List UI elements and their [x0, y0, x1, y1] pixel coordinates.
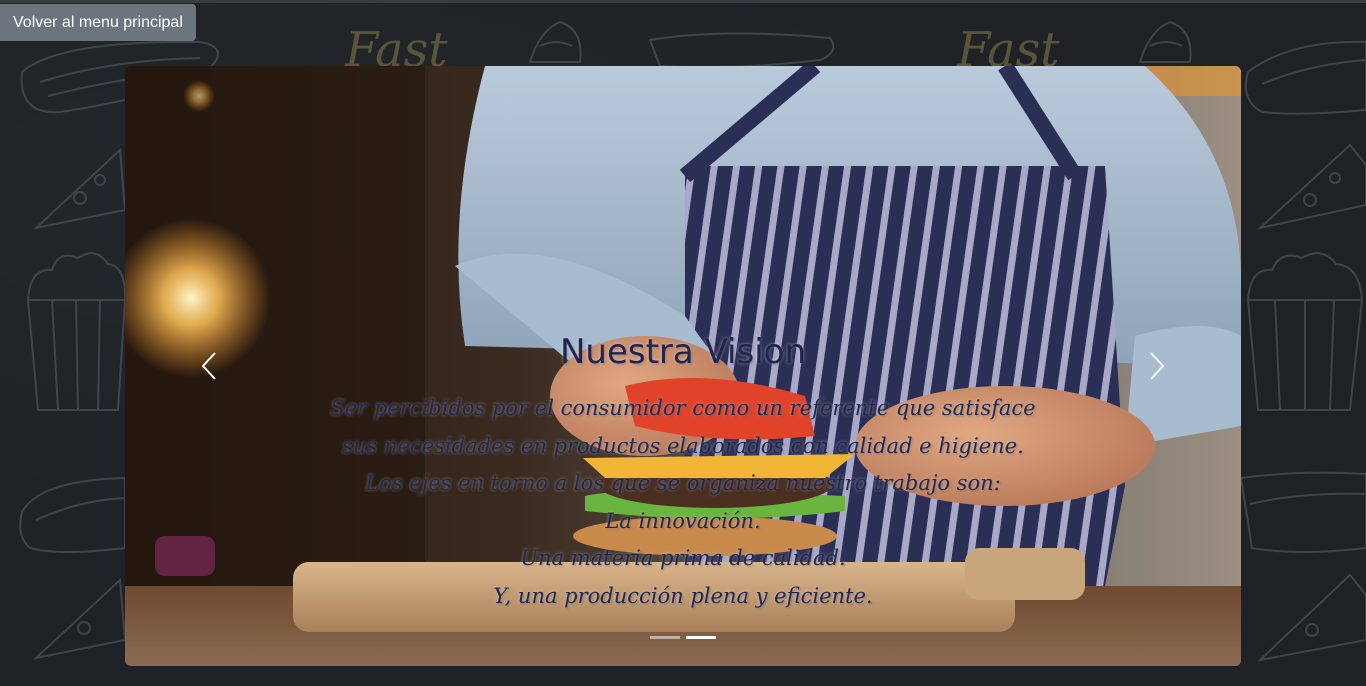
slide-caption: Nuestra Vision Ser percibidos por el con… — [265, 328, 1101, 615]
caption-line: Y, una producción plena y eficiente. — [493, 583, 873, 608]
back-to-main-menu-button[interactable]: Volver al menu principal — [0, 4, 196, 41]
popcorn-bucket-doodle-icon — [26, 252, 127, 411]
hotdog-doodle-icon — [648, 32, 835, 69]
carousel-next-button[interactable] — [1127, 336, 1187, 396]
caption-line: Ser percibidos por el consumidor como un… — [330, 396, 1036, 420]
caption-line: Los ejes en torno a los que se organiza … — [365, 471, 1001, 495]
pizza-slice-doodle-icon — [32, 147, 127, 230]
pizza-slice-doodle-icon — [32, 577, 127, 660]
carousel-indicators — [125, 636, 1241, 640]
carousel-prev-button[interactable] — [179, 336, 239, 396]
popcorn-bucket-doodle-icon — [1246, 252, 1364, 411]
chevron-right-icon — [1150, 352, 1165, 380]
hotdog-doodle-icon — [1239, 471, 1366, 553]
hotdog-doodle-icon — [1244, 40, 1366, 115]
slide-title: Nuestra Vision — [559, 332, 807, 372]
pizza-slice-doodle-icon — [1256, 143, 1366, 230]
ice-cream-doodle-icon — [528, 20, 582, 63]
caption-line: sus necesidades en productos elaborados … — [342, 433, 1024, 458]
carousel-indicator-1[interactable] — [650, 636, 680, 639]
pizza-slice-doodle-icon — [1256, 573, 1366, 662]
ice-cream-doodle-icon — [1138, 20, 1192, 63]
carousel: Nuestra Vision Ser percibidos por el con… — [125, 66, 1241, 666]
caption-line: La innovación. — [605, 508, 761, 533]
caption-line: Una materia prima de calidad. — [520, 546, 846, 570]
page: Fast Fast Volver al menu principal Nuest… — [0, 0, 1366, 686]
chevron-left-icon — [201, 352, 216, 380]
carousel-indicator-2[interactable] — [686, 636, 716, 639]
hotdog-doodle-icon — [19, 476, 126, 553]
